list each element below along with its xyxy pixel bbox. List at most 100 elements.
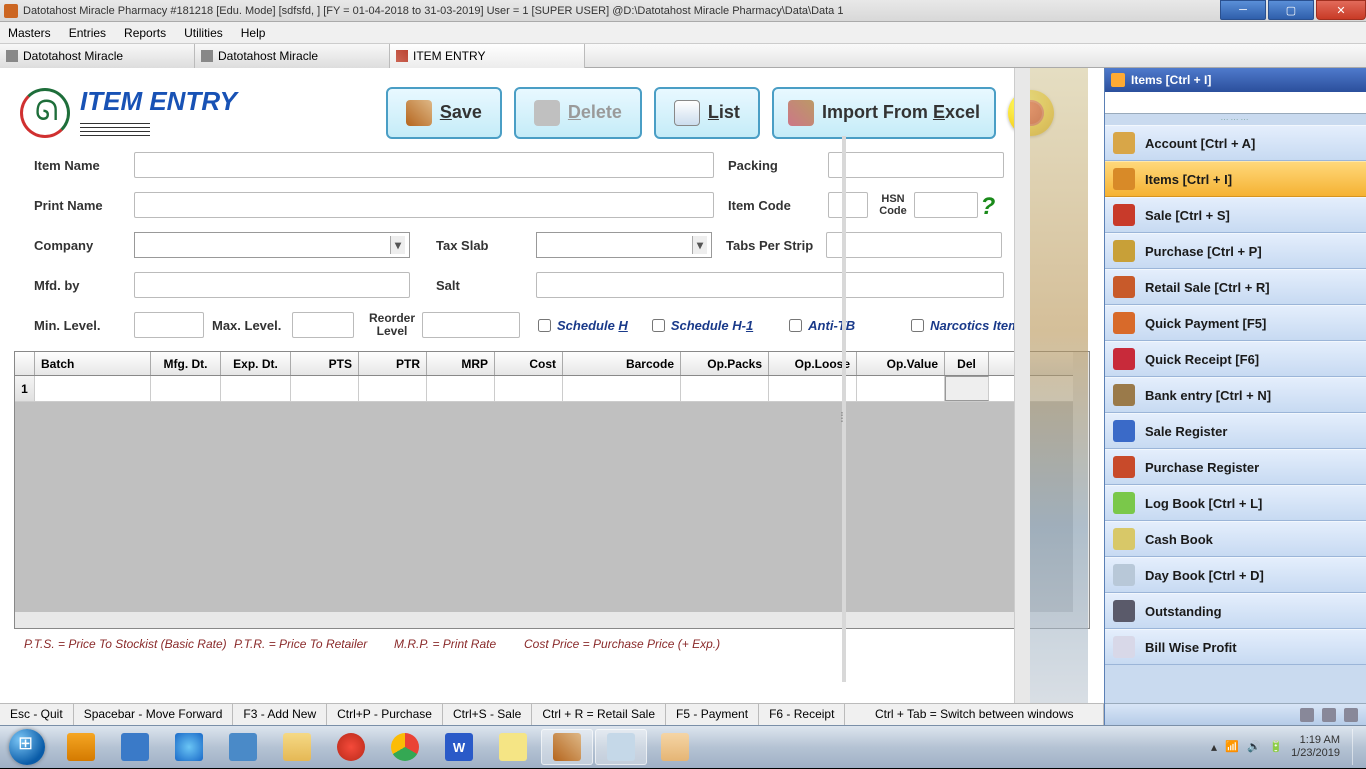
shortcut-ctrltab: Ctrl + Tab = Switch between windows — [845, 704, 1104, 725]
tab-miracle-1[interactable]: Datotahost Miracle — [0, 44, 195, 68]
save-button[interactable]: Save — [386, 87, 502, 139]
menubar: Masters Entries Reports Utilities Help — [0, 22, 1366, 44]
menu-utilities[interactable]: Utilities — [184, 26, 223, 40]
mfd-by-input[interactable] — [134, 272, 410, 298]
nav-label: Quick Receipt [F6] — [1145, 352, 1259, 367]
min-level-input[interactable] — [134, 312, 204, 338]
grid-footnote: P.T.S. = Price To Stockist (Basic Rate) … — [0, 629, 1104, 651]
nav-item-4[interactable]: Retail Sale [Ctrl + R] — [1105, 269, 1366, 305]
nav-icon — [1113, 132, 1135, 154]
footer-icon-3[interactable] — [1344, 708, 1358, 722]
tray-network-icon[interactable]: 📶 — [1225, 740, 1239, 754]
footer-icon-2[interactable] — [1322, 708, 1336, 722]
window-maximize-button[interactable]: ▢ — [1268, 0, 1314, 20]
right-panel-search[interactable] — [1105, 92, 1366, 114]
nav-item-0[interactable]: Account [Ctrl + A] — [1105, 125, 1366, 161]
max-level-label: Max. Level. — [212, 318, 292, 333]
grid-row[interactable]: 1 — [15, 376, 1089, 402]
nav-item-3[interactable]: Purchase [Ctrl + P] — [1105, 233, 1366, 269]
item-code-input[interactable] — [828, 192, 868, 218]
nav-item-5[interactable]: Quick Payment [F5] — [1105, 305, 1366, 341]
schedule-h1-checkbox[interactable]: Schedule H-1 — [652, 318, 753, 333]
reorder-level-input[interactable] — [422, 312, 520, 338]
window-minimize-button[interactable]: ─ — [1220, 0, 1266, 20]
main-vscrollbar[interactable] — [1014, 68, 1030, 725]
taskbar-vlc[interactable] — [55, 729, 107, 765]
nav-label: Bill Wise Profit — [1145, 640, 1237, 655]
delete-row-button[interactable] — [945, 376, 989, 401]
delete-button[interactable]: Delete — [514, 87, 642, 139]
panel-grip[interactable] — [1105, 114, 1366, 125]
hsn-code-input[interactable] — [914, 192, 978, 218]
window-close-button[interactable]: ✕ — [1316, 0, 1366, 20]
menu-masters[interactable]: Masters — [8, 26, 51, 40]
import-excel-button[interactable]: Import From Excel — [772, 87, 996, 139]
taskbar-word[interactable]: W — [433, 729, 485, 765]
nav-label: Outstanding — [1145, 604, 1222, 619]
nav-item-13[interactable]: Outstanding — [1105, 593, 1366, 629]
taskbar-app-2[interactable] — [217, 729, 269, 765]
taskbar-paint[interactable] — [649, 729, 701, 765]
taskbar-pharmacy[interactable] — [541, 729, 593, 765]
tray-battery-icon[interactable]: 🔋 — [1269, 740, 1283, 754]
nav-item-11[interactable]: Cash Book — [1105, 521, 1366, 557]
tray-clock[interactable]: 1:19 AM 1/23/2019 — [1291, 734, 1344, 760]
batch-grid: Batch Mfg. Dt. Exp. Dt. PTS PTR MRP Cost… — [14, 351, 1090, 629]
app-logo-icon — [20, 88, 70, 138]
tabs-per-strip-label: Tabs Per Strip — [726, 238, 826, 253]
grid-hscrollbar[interactable] — [15, 612, 1089, 628]
tabs-per-strip-input[interactable] — [826, 232, 1002, 258]
company-label: Company — [34, 238, 134, 253]
taskbar-opera[interactable] — [325, 729, 377, 765]
menu-entries[interactable]: Entries — [69, 26, 106, 40]
nav-item-6[interactable]: Quick Receipt [F6] — [1105, 341, 1366, 377]
nav-icon — [1113, 600, 1135, 622]
nav-item-10[interactable]: Log Book [Ctrl + L] — [1105, 485, 1366, 521]
start-button[interactable] — [0, 726, 54, 769]
nav-item-2[interactable]: Sale [Ctrl + S] — [1105, 197, 1366, 233]
items-icon — [1111, 73, 1125, 87]
nav-item-1[interactable]: Items [Ctrl + I] — [1105, 161, 1366, 197]
tab-item-entry[interactable]: ITEM ENTRY — [390, 44, 585, 68]
max-level-input[interactable] — [292, 312, 354, 338]
help-icon[interactable]: ? — [978, 193, 998, 217]
tab-miracle-2[interactable]: Datotahost Miracle — [195, 44, 390, 68]
menu-reports[interactable]: Reports — [124, 26, 166, 40]
nav-item-12[interactable]: Day Book [Ctrl + D] — [1105, 557, 1366, 593]
nav-item-7[interactable]: Bank entry [Ctrl + N] — [1105, 377, 1366, 413]
list-button[interactable]: List — [654, 87, 760, 139]
nav-icon — [1113, 384, 1135, 406]
nav-icon — [1113, 348, 1135, 370]
nav-label: Account [Ctrl + A] — [1145, 136, 1255, 151]
schedule-h-checkbox[interactable]: Schedule H — [538, 318, 628, 333]
taskbar-snip[interactable] — [595, 729, 647, 765]
packing-input[interactable] — [828, 152, 1004, 178]
taskbar-ie[interactable] — [163, 729, 215, 765]
tax-slab-select[interactable] — [536, 232, 712, 258]
nav-item-9[interactable]: Purchase Register — [1105, 449, 1366, 485]
item-name-input[interactable] — [134, 152, 714, 178]
taskbar-notes[interactable] — [487, 729, 539, 765]
taskbar-explorer[interactable] — [271, 729, 323, 765]
splitter-handle[interactable] — [842, 136, 846, 682]
nav-icon — [1113, 312, 1135, 334]
show-desktop-button[interactable] — [1352, 729, 1360, 765]
right-nav-panel: Items [Ctrl + I] Account [Ctrl + A]Items… — [1104, 68, 1366, 725]
narcotics-checkbox[interactable]: Narcotics Item — [911, 318, 1020, 333]
nav-item-8[interactable]: Sale Register — [1105, 413, 1366, 449]
footer-icon-1[interactable] — [1300, 708, 1314, 722]
import-icon — [788, 100, 814, 126]
title-underline — [80, 123, 237, 136]
taskbar-app-1[interactable] — [109, 729, 161, 765]
nav-icon — [1113, 528, 1135, 550]
company-select[interactable] — [134, 232, 410, 258]
menu-help[interactable]: Help — [241, 26, 266, 40]
nav-item-14[interactable]: Bill Wise Profit — [1105, 629, 1366, 665]
taskbar-chrome[interactable] — [379, 729, 431, 765]
salt-input[interactable] — [536, 272, 1004, 298]
tray-chevron-icon[interactable]: ▴ — [1211, 740, 1217, 754]
print-name-input[interactable] — [134, 192, 714, 218]
shortcut-bar: Esc - Quit Spacebar - Move Forward F3 - … — [0, 703, 1104, 725]
reorder-level-label: Reorder Level — [362, 312, 422, 338]
tray-speaker-icon[interactable]: 🔊 — [1247, 740, 1261, 754]
